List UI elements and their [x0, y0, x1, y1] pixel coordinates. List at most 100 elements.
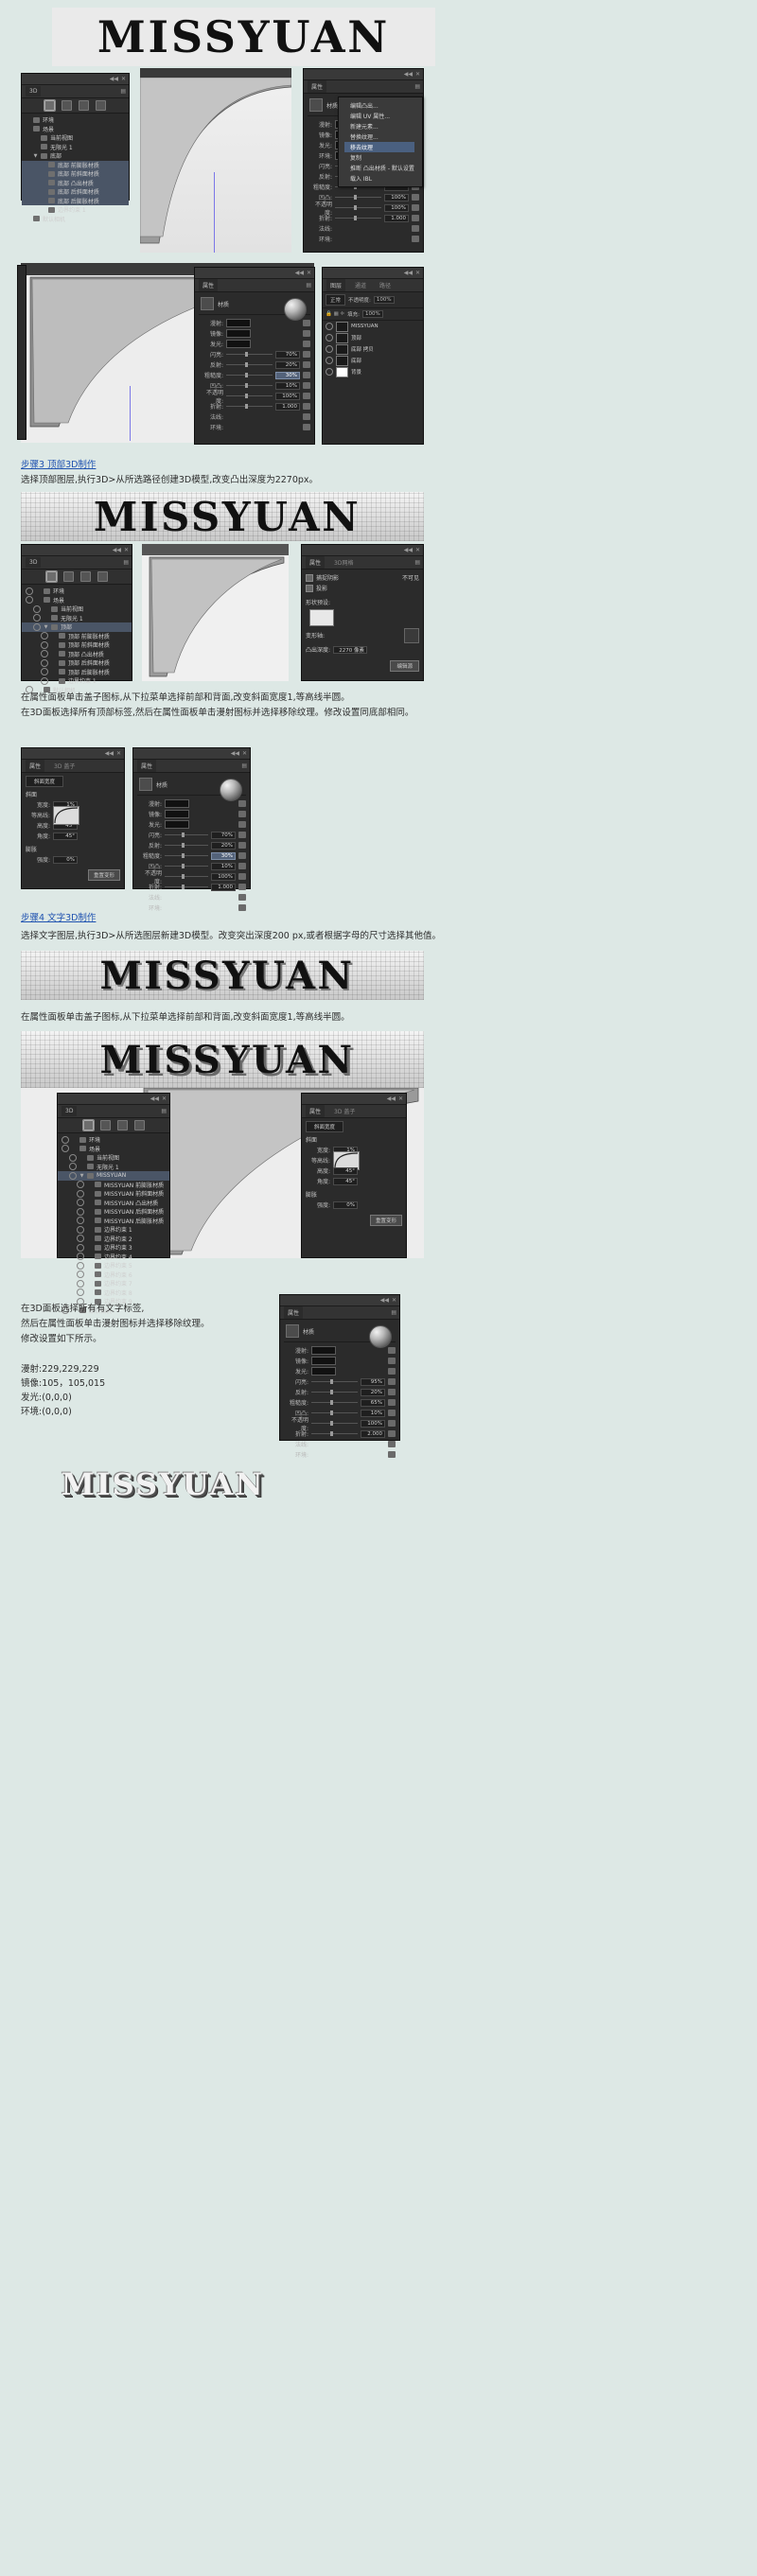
color-swatch[interactable]: [311, 1357, 336, 1365]
folder-icon[interactable]: [238, 811, 246, 817]
light-icon[interactable]: [133, 1120, 145, 1130]
folder-icon[interactable]: [238, 894, 246, 901]
layer-thumbnail[interactable]: [336, 366, 348, 377]
mesh-icon[interactable]: [99, 1120, 111, 1130]
slider-track[interactable]: [165, 853, 208, 858]
tree-row[interactable]: 边界约束 4: [58, 1253, 169, 1262]
menu-item[interactable]: 替换纹理...: [344, 131, 414, 142]
panel-properties-final[interactable]: ◀◀ ✕ 属性 ▤ 材质 漫射: 镜像: 发光: 闪亮: 95% 反射: 20% 粗糙度: 65…: [279, 1294, 400, 1459]
contour-thumb[interactable]: [53, 805, 79, 825]
folder-icon[interactable]: [238, 904, 246, 911]
slider-track[interactable]: [226, 362, 273, 367]
close-icon[interactable]: ✕: [415, 71, 420, 78]
property-row[interactable]: 不透明度: 100%: [199, 390, 310, 405]
slider-track[interactable]: [165, 864, 208, 868]
row-catch-shadow[interactable]: 捕捉阴影 不可见: [306, 572, 419, 583]
tree-row[interactable]: 当前视图: [22, 605, 132, 614]
tree-row[interactable]: 边界约束 1: [22, 676, 132, 686]
property-row[interactable]: 折射: 2.000: [284, 1428, 396, 1439]
visibility-icon[interactable]: [41, 650, 48, 658]
folder-icon[interactable]: [238, 800, 246, 807]
visibility-icon[interactable]: [77, 1270, 84, 1279]
color-swatch[interactable]: [226, 329, 251, 338]
menu-item[interactable]: 载入 IBL: [344, 173, 414, 184]
collapse-icon[interactable]: ◀◀: [404, 270, 413, 276]
material-icon[interactable]: [79, 571, 91, 582]
folder-icon[interactable]: [303, 413, 310, 420]
inflate-strength-value[interactable]: 0%: [333, 1200, 358, 1209]
property-row[interactable]: 折射: 1.000: [308, 213, 419, 223]
tree-row[interactable]: 顶部 凸出材质: [22, 650, 132, 659]
twisty-icon[interactable]: ▼: [44, 624, 48, 630]
tab-3d[interactable]: 3D: [62, 1106, 78, 1116]
close-icon[interactable]: ✕: [124, 547, 129, 553]
row-cap-preset[interactable]: 斜面宽度: [306, 1120, 402, 1132]
properties-rows-final[interactable]: 漫射: 镜像: 发光: 闪亮: 95% 反射: 20% 粗糙度: 65% 凹凸: 10% 不透明度: 1…: [284, 1345, 396, 1460]
property-row[interactable]: 法线:: [284, 1439, 396, 1449]
color-swatch[interactable]: [311, 1346, 336, 1355]
3d-toolbar[interactable]: [58, 1118, 169, 1133]
material-icon[interactable]: [79, 100, 89, 111]
slider-track[interactable]: [311, 1431, 358, 1436]
tree-row[interactable]: MISSYUAN 后斜面材质: [58, 1207, 169, 1217]
tree-row[interactable]: 底部 后膨胀材质: [22, 196, 129, 205]
tree-row[interactable]: ▼ 顶部: [22, 622, 132, 632]
visibility-icon[interactable]: [26, 596, 33, 605]
property-row[interactable]: 镜像:: [199, 328, 310, 339]
tree-row[interactable]: 边界约束 1: [22, 205, 129, 215]
3d-toolbar[interactable]: [22, 570, 132, 585]
visibility-icon[interactable]: [69, 1171, 77, 1180]
collapse-icon[interactable]: ◀◀: [150, 1095, 159, 1102]
collapse-icon[interactable]: ◀◀: [295, 270, 304, 276]
layer-row[interactable]: 背景: [323, 366, 423, 377]
cap-preset-select[interactable]: 斜面宽度: [26, 775, 64, 787]
panel-titlebar[interactable]: ◀◀ ✕: [302, 545, 423, 556]
folder-icon[interactable]: [238, 852, 246, 859]
tree-row[interactable]: 场景: [58, 1145, 169, 1154]
panel-titlebar[interactable]: ◀◀ ✕: [58, 1094, 169, 1105]
tree-row[interactable]: 默认相机: [22, 215, 129, 224]
checkbox-cast-shadow[interactable]: [306, 584, 313, 592]
close-icon[interactable]: ✕: [242, 750, 247, 757]
height-value[interactable]: 45°: [333, 1166, 358, 1175]
opacity-value[interactable]: 100%: [373, 296, 395, 304]
row-deform-axis[interactable]: 变形轴:: [306, 627, 419, 643]
folder-icon[interactable]: [412, 204, 419, 211]
visibility-icon[interactable]: [77, 1207, 84, 1216]
folder-icon[interactable]: [303, 361, 310, 368]
property-row[interactable]: 粗糙度: 30%: [199, 370, 310, 380]
panel-properties-cap[interactable]: ◀◀ ✕ 属性 3D 盖子 斜面宽度 斜面 宽度: 1% 等高线: 高度: 45…: [21, 747, 125, 889]
panel-titlebar[interactable]: ◀◀ ✕: [304, 69, 423, 80]
angle-value[interactable]: 45°: [53, 832, 78, 840]
collapse-icon[interactable]: ◀◀: [380, 1297, 389, 1304]
collapse-icon[interactable]: ◀◀: [105, 750, 114, 757]
slider-track[interactable]: [165, 832, 208, 837]
panel-menu-icon[interactable]: ▤: [123, 559, 129, 566]
3d-tree-text[interactable]: 环境 场景 当前视图 无限光 1 ▼ MISSYUAN MISSYUAN 前膨胀材质 MISS…: [58, 1133, 169, 1317]
visibility-icon[interactable]: [77, 1181, 84, 1189]
folder-icon[interactable]: [412, 236, 419, 242]
panel-menu-icon[interactable]: ▤: [241, 762, 247, 769]
close-icon[interactable]: ✕: [392, 1297, 396, 1304]
property-value[interactable]: 100%: [384, 193, 409, 202]
panel-titlebar[interactable]: ◀◀ ✕: [133, 748, 250, 760]
visibility-icon[interactable]: [77, 1189, 84, 1198]
tree-row[interactable]: 顶部 前斜面材质: [22, 640, 132, 650]
panel-3d-mini[interactable]: [17, 265, 26, 440]
folder-icon[interactable]: [412, 215, 419, 221]
panel-titlebar[interactable]: ◀◀ ✕: [22, 545, 132, 556]
property-value[interactable]: 10%: [211, 862, 236, 870]
tree-row[interactable]: 环境: [22, 115, 129, 125]
folder-icon[interactable]: [388, 1389, 396, 1395]
folder-icon[interactable]: [388, 1347, 396, 1354]
material-icon[interactable]: [116, 1120, 128, 1130]
property-value[interactable]: 95%: [361, 1377, 385, 1386]
panel-titlebar[interactable]: ◀◀ ✕: [22, 748, 124, 760]
property-value[interactable]: 100%: [384, 203, 409, 212]
property-value[interactable]: 30%: [275, 371, 300, 379]
close-icon[interactable]: ✕: [307, 270, 311, 276]
viewport-top[interactable]: [140, 68, 291, 253]
visibility-icon[interactable]: [69, 1163, 77, 1171]
panel-layers[interactable]: ◀◀ ✕ 图层 通道 路径 正常 不透明度: 100% 🔒 ▦ ✛ 填充: 10…: [322, 267, 424, 445]
tab-properties[interactable]: 属性: [306, 556, 326, 569]
